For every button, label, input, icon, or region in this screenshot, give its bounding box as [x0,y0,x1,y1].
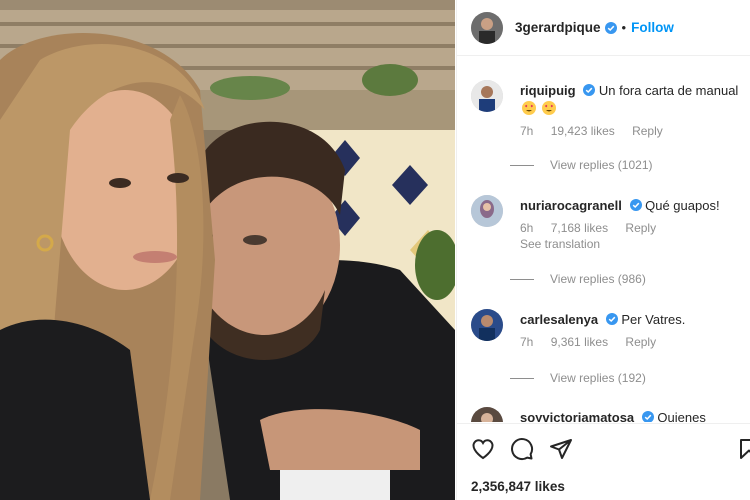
comment-body: nuriarocagranell Qué guapos! [520,197,740,215]
replies-divider [510,278,534,280]
owner-avatar[interactable] [471,11,503,44]
owner-username[interactable]: 3gerardpique [515,20,601,35]
comment-username[interactable]: riquipuig [520,83,576,98]
comment-body: carlesalenya Per Vatres. [520,311,740,329]
heart-icon[interactable] [471,437,495,461]
post-side-panel: 3gerardpique • Follow riquipuig Un fora … [456,0,750,500]
comment-username[interactable]: nuriarocagranell [520,198,622,213]
verified-badge-icon [604,21,617,34]
comment-text: Un fora carta de manual [598,83,739,98]
comment-username[interactable]: soyvictoriamatosa [520,410,634,422]
comment-icon[interactable] [510,437,534,461]
follow-button[interactable]: Follow [631,20,674,35]
verified-badge-icon [641,411,654,422]
comment-time: 7h [520,335,534,349]
post-header: 3gerardpique • Follow [457,0,750,56]
replies-divider [510,377,534,379]
comment-meta: 7h 9,361 likes Reply [520,335,670,349]
view-replies-button[interactable]: View replies (986) [510,272,646,286]
couple-selfie-image [0,0,455,500]
verified-badge-icon [605,313,618,325]
comment-body: riquipuig Un fora carta de manual [520,82,740,118]
commenter-avatar[interactable] [471,309,503,341]
comment-body: soyvictoriamatosa Quienes [520,409,740,422]
likes-count[interactable]: 2,356,847 likes [471,479,565,494]
post-actions: 2,356,847 likes [457,423,750,500]
verified-badge-icon [629,199,642,211]
comment-meta: 7h 19,423 likes Reply [520,124,677,138]
view-replies-label[interactable]: View replies (986) [550,272,646,286]
comments-list[interactable]: riquipuig Un fora carta de manual 7h 19,… [457,57,750,422]
share-icon[interactable] [549,437,573,461]
commenter-avatar[interactable] [471,195,503,227]
heart-eyes-emoji-icon [541,101,556,115]
reply-button[interactable]: Reply [632,124,663,138]
comment-time: 6h [520,221,534,235]
view-replies-label[interactable]: View replies (192) [550,371,646,385]
commenter-avatar[interactable] [471,407,503,422]
comment-time: 7h [520,124,534,138]
comment-text: Per Vatres. [621,312,686,327]
view-replies-button[interactable]: View replies (1021) [510,158,653,172]
replies-divider [510,164,534,166]
bookmark-icon[interactable] [737,437,750,461]
verified-badge-icon [583,84,596,96]
view-replies-label[interactable]: View replies (1021) [550,158,653,172]
see-translation-link[interactable]: See translation [520,237,600,251]
reply-button[interactable]: Reply [625,335,656,349]
commenter-avatar[interactable] [471,80,503,112]
comment-likes[interactable]: 7,168 likes [551,221,608,235]
comment-username[interactable]: carlesalenya [520,312,598,327]
comment-text: Quienes [657,410,706,422]
comment-text: Qué guapos! [645,198,720,213]
post-photo [0,0,455,500]
comment-likes[interactable]: 19,423 likes [551,124,615,138]
heart-eyes-emoji-icon [522,101,536,115]
reply-button[interactable]: Reply [625,221,656,235]
comment-likes[interactable]: 9,361 likes [551,335,608,349]
comment-meta: 6h 7,168 likes Reply [520,221,670,235]
view-replies-button[interactable]: View replies (192) [510,371,646,385]
separator-dot: • [621,20,627,35]
